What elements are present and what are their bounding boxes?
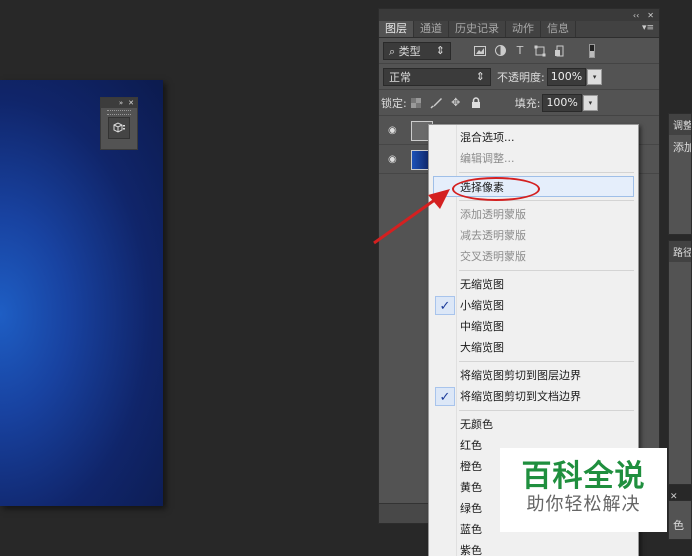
visibility-eye-icon[interactable]: ◉ [388, 125, 397, 136]
adjustments-add-text: 添加 [673, 141, 691, 154]
filter-kind-select[interactable]: ⌕ 类型 ⇕ [383, 41, 451, 60]
menu-item[interactable]: ✓ 将缩览图剪切到文档边界 [429, 386, 638, 407]
menu-separator [459, 270, 634, 271]
menu-item[interactable]: 无颜色 [429, 414, 638, 435]
close-icon[interactable]: ✕ [128, 99, 134, 107]
menu-item[interactable]: 紫色 [429, 540, 638, 556]
mini-panel-header: » ✕ [101, 98, 137, 108]
menu-item-label: 减去透明蒙版 [460, 229, 526, 242]
menu-item-label: 蓝色 [460, 523, 482, 536]
panel-top-bar: ‹‹ ✕ [379, 9, 659, 21]
menu-item-label: 编辑调整... [460, 152, 515, 165]
menu-item[interactable]: 中缩览图 [429, 316, 638, 337]
menu-item[interactable]: 大缩览图 [429, 337, 638, 358]
document-canvas[interactable] [0, 80, 163, 506]
collapse-arrows-icon[interactable]: » [119, 99, 123, 107]
menu-item-label: 添加透明蒙版 [460, 208, 526, 221]
menu-separator [459, 361, 634, 362]
blend-mode-row: 正常 ⇕ 不透明度: 100% ▾ [379, 64, 659, 90]
visibility-eye-icon[interactable]: ◉ [388, 154, 397, 165]
menu-item[interactable]: 混合选项... [429, 127, 638, 148]
tab-channels[interactable]: 通道 [414, 21, 449, 37]
panel-grip[interactable] [107, 110, 131, 115]
filter-toggle-icon[interactable] [585, 43, 599, 58]
search-icon: ⌕ [389, 44, 396, 58]
lock-all-icon[interactable] [469, 96, 483, 110]
menu-item: 交叉透明蒙版 [429, 246, 638, 267]
menu-separator [459, 172, 634, 173]
adjustments-side-panel: 调整 添加 [668, 113, 692, 235]
watermark-logo: 百科全说 助你轻松解决 [500, 448, 667, 532]
checkmark-icon: ✓ [435, 387, 455, 406]
menu-separator [459, 410, 634, 411]
layer-filter-row: ⌕ 类型 ⇕ T [379, 38, 659, 64]
menu-item-label: 无缩览图 [460, 278, 504, 291]
lock-label: 锁定: [381, 96, 407, 110]
collapse-icon[interactable]: ‹‹ [633, 11, 639, 20]
fill-dropdown-icon[interactable]: ▾ [582, 94, 598, 111]
menu-item-label: 紫色 [460, 544, 482, 556]
color-side-panel: 色 [668, 500, 692, 540]
menu-item-label: 橙色 [460, 460, 482, 473]
filter-kind-label: ⌕ 类型 [389, 43, 421, 59]
menu-item-label: 中缩览图 [460, 320, 504, 333]
menu-item[interactable]: 无缩览图 [429, 274, 638, 295]
select-arrows-icon: ⇕ [435, 44, 445, 57]
tab-info[interactable]: 信息 [541, 21, 576, 37]
paths-side-panel: 路径 [668, 240, 692, 485]
opacity-input[interactable]: 100% [546, 67, 587, 86]
menu-item-label: 红色 [460, 439, 482, 452]
lock-pixels-brush-icon[interactable] [429, 96, 443, 110]
menu-item-label: 将缩览图剪切到文档边界 [460, 390, 581, 403]
watermark-subtitle: 助你轻松解决 [526, 494, 641, 515]
watermark-title: 百科全说 [521, 459, 646, 494]
menu-item: 减去透明蒙版 [429, 225, 638, 246]
3d-cube-icon[interactable] [108, 117, 130, 139]
smart-object-filter-icon[interactable] [553, 44, 567, 58]
menu-item-label: 大缩览图 [460, 341, 504, 354]
pixel-filter-icon[interactable] [473, 44, 487, 58]
blend-mode-select[interactable]: 正常 ⇕ [383, 67, 491, 86]
menu-item-label: 混合选项... [460, 131, 515, 144]
red-arrow-annotation [373, 189, 450, 245]
lock-position-move-icon[interactable]: ✥ [449, 96, 463, 110]
panel-tabs: 图层 通道 历史记录 动作 信息 ▾≡ [379, 21, 659, 38]
menu-item[interactable]: 将缩览图剪切到图层边界 [429, 365, 638, 386]
lock-transparency-icon[interactable] [409, 96, 423, 110]
menu-item-label: 绿色 [460, 502, 482, 515]
fill-label: 填充: [514, 96, 541, 110]
menu-item[interactable]: ✓ 小缩览图 [429, 295, 638, 316]
tab-layers[interactable]: 图层 [379, 21, 414, 37]
lock-row: 锁定: ✥ 填充: 100% ▾ [379, 90, 659, 116]
fill-input[interactable]: 100% [542, 93, 582, 112]
opacity-label: 不透明度: [497, 70, 545, 84]
opacity-dropdown-icon[interactable]: ▾ [587, 68, 603, 85]
blend-mode-value: 正常 [389, 70, 411, 84]
checkmark-icon: ✓ [435, 296, 455, 315]
menu-item-label: 交叉透明蒙版 [460, 250, 526, 263]
filter-kind-text: 类型 [398, 44, 421, 58]
menu-item-label: 黄色 [460, 481, 482, 494]
close-icon[interactable]: ✕ [647, 11, 654, 20]
close-icon[interactable]: ✕ [670, 492, 678, 502]
shape-filter-icon[interactable] [533, 44, 547, 58]
tab-actions[interactable]: 动作 [506, 21, 541, 37]
menu-item-label: 将缩览图剪切到图层边界 [460, 369, 581, 382]
tab-adjustments[interactable]: 调整 [669, 114, 691, 135]
select-arrows-icon: ⇕ [475, 70, 485, 83]
type-filter-icon[interactable]: T [513, 44, 527, 58]
menu-item: 添加透明蒙版 [429, 204, 638, 225]
tab-paths[interactable]: 路径 [669, 241, 691, 262]
tab-history[interactable]: 历史记录 [449, 21, 506, 37]
menu-item-label: 小缩览图 [460, 299, 504, 312]
menu-item: 编辑调整... [429, 148, 638, 169]
adjustment-filter-icon[interactable] [493, 44, 507, 58]
color-panel-text: 色 [673, 519, 684, 532]
mini-floating-panel: » ✕ [100, 97, 138, 150]
menu-item-label: 无颜色 [460, 418, 493, 431]
panel-menu-icon[interactable]: ▾≡ [642, 23, 654, 33]
highlight-ellipse-annotation [452, 177, 540, 201]
